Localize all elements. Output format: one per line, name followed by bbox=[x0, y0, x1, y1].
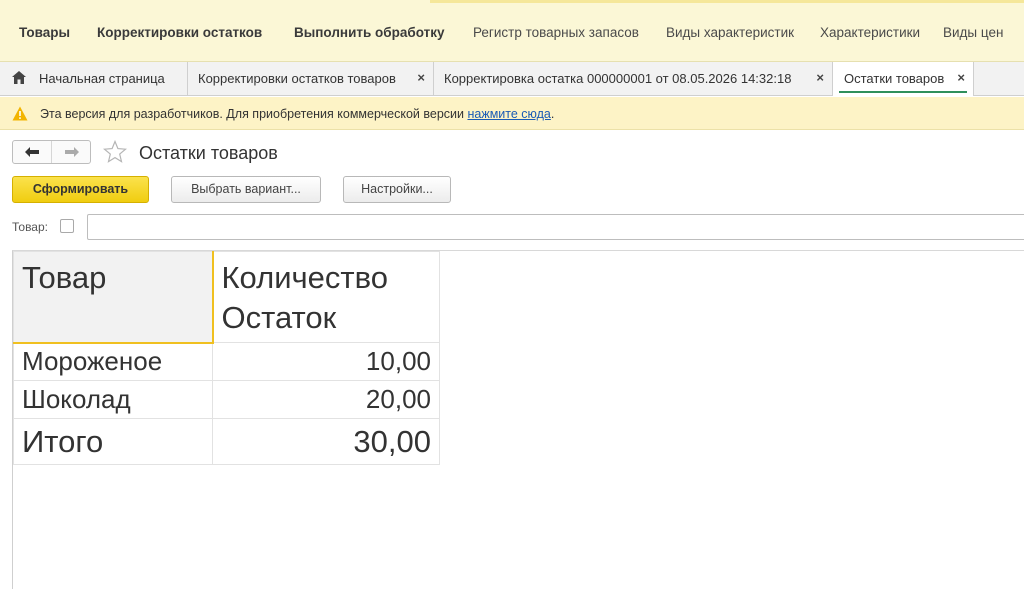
choose-variant-button[interactable]: Выбрать вариант... bbox=[171, 176, 321, 203]
section-products[interactable]: Товары bbox=[19, 25, 70, 40]
cell-product[interactable]: Шоколад bbox=[13, 380, 213, 419]
header-quantity[interactable]: Количество Остаток bbox=[212, 251, 440, 343]
report-header-row: Товар Количество Остаток bbox=[13, 251, 440, 344]
product-filter-input[interactable] bbox=[87, 214, 1024, 240]
total-label[interactable]: Итого bbox=[13, 418, 213, 465]
generate-report-button[interactable]: Сформировать bbox=[12, 176, 149, 203]
settings-button[interactable]: Настройки... bbox=[343, 176, 451, 203]
page-title: Остатки товаров bbox=[139, 143, 278, 163]
buy-link[interactable]: нажмите сюда bbox=[467, 107, 550, 121]
table-row: Шоколад 20,00 bbox=[13, 380, 440, 419]
history-nav bbox=[12, 140, 91, 164]
section-price-types[interactable]: Виды цен bbox=[943, 25, 1003, 40]
cell-quantity[interactable]: 20,00 bbox=[212, 380, 440, 419]
warning-icon bbox=[12, 106, 28, 121]
total-quantity[interactable]: 30,00 bbox=[212, 418, 440, 465]
header-balance-label: Остаток bbox=[221, 300, 337, 335]
table-row: Мороженое 10,00 bbox=[13, 342, 440, 381]
tab-label: Корректировки остатков товаров bbox=[198, 71, 396, 86]
sections-panel: Товары Корректировки остатков Выполнить … bbox=[0, 0, 1024, 62]
report-area[interactable]: Товар Количество Остаток Мороженое 10,00 … bbox=[12, 250, 1024, 589]
banner-text: Эта версия для разработчиков. Для приобр… bbox=[40, 107, 554, 121]
open-windows-bar: Начальная страница Корректировки остатко… bbox=[0, 62, 1024, 96]
banner-message: Эта версия для разработчиков. Для приобр… bbox=[40, 107, 468, 121]
tab-label: Остатки товаров bbox=[844, 71, 945, 86]
tab-stock-adjustments-list[interactable]: Корректировки остатков товаров × bbox=[188, 62, 434, 96]
active-tab-indicator bbox=[839, 91, 967, 93]
section-characteristics[interactable]: Характеристики bbox=[820, 25, 920, 40]
tab-stock-adjustment-doc[interactable]: Корректировка остатка 000000001 от 08.05… bbox=[434, 62, 833, 96]
banner-suffix: . bbox=[550, 107, 555, 121]
tab-label: Корректировка остатка 000000001 от 08.05… bbox=[444, 71, 792, 86]
cell-product[interactable]: Мороженое bbox=[13, 342, 213, 381]
arrow-left-icon bbox=[25, 147, 39, 157]
section-run-processing[interactable]: Выполнить обработку bbox=[294, 25, 445, 40]
cell-quantity[interactable]: 10,00 bbox=[212, 342, 440, 381]
tab-home[interactable]: Начальная страница bbox=[0, 62, 188, 96]
developer-version-banner: Эта версия для разработчиков. Для приобр… bbox=[0, 97, 1024, 130]
header-product[interactable]: Товар bbox=[13, 251, 214, 344]
section-characteristic-types[interactable]: Виды характеристик bbox=[666, 25, 794, 40]
total-row: Итого 30,00 bbox=[13, 418, 440, 465]
close-icon[interactable]: × bbox=[417, 70, 425, 85]
sections-highlight bbox=[430, 0, 1024, 3]
forward-button[interactable] bbox=[52, 141, 91, 163]
product-filter-checkbox[interactable] bbox=[60, 219, 74, 233]
tab-label: Начальная страница bbox=[39, 71, 165, 86]
header-quantity-label: Количество bbox=[221, 260, 388, 295]
arrow-right-icon bbox=[64, 147, 79, 157]
close-icon[interactable]: × bbox=[816, 70, 824, 85]
section-stock-adjustments[interactable]: Корректировки остатков bbox=[97, 25, 262, 40]
section-stock-register[interactable]: Регистр товарных запасов bbox=[473, 25, 639, 40]
home-icon bbox=[12, 71, 26, 84]
favorite-star-icon[interactable] bbox=[103, 140, 127, 164]
report-table: Товар Количество Остаток Мороженое 10,00 … bbox=[13, 251, 440, 465]
back-button[interactable] bbox=[13, 141, 52, 163]
close-icon[interactable]: × bbox=[957, 70, 965, 85]
product-filter-label: Товар: bbox=[12, 220, 48, 234]
tab-stock-report[interactable]: Остатки товаров × bbox=[833, 62, 974, 96]
